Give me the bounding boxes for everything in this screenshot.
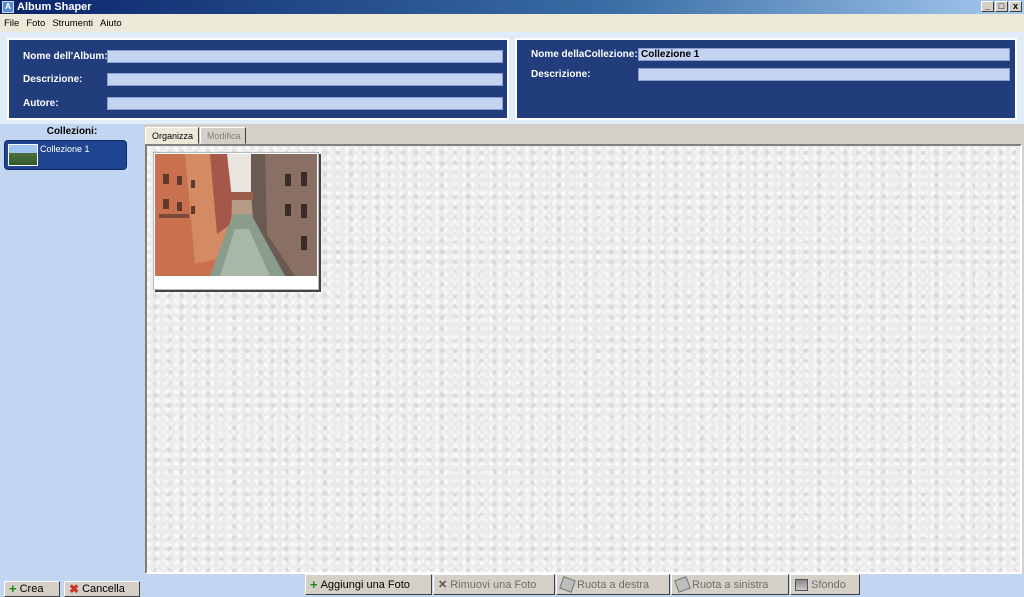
background-label: Sfondo <box>811 578 846 591</box>
delete-label: Cancella <box>82 583 125 595</box>
collection-description-input[interactable] <box>638 68 1010 81</box>
tab-modifica[interactable]: Modifica <box>200 127 246 144</box>
album-info-panel: Nome dell'Album: Descrizione: Autore: <box>7 38 509 120</box>
add-photo-button[interactable]: + Aggiungi una Foto <box>305 574 432 595</box>
collections-sidebar: Collezioni: Collezione 1 <box>0 124 144 597</box>
album-name-label: Nome dell'Album: <box>23 51 108 62</box>
tab-organizza[interactable]: Organizza <box>145 127 199 144</box>
window-title: Album Shaper <box>17 1 92 13</box>
remove-icon: ✕ <box>438 578 448 591</box>
remove-photo-button[interactable]: ✕ Rimuovi una Foto <box>433 574 555 595</box>
rotate-right-label: Ruota a destra <box>577 578 650 591</box>
album-name-input[interactable] <box>107 50 503 63</box>
plus-icon: + <box>9 581 17 596</box>
photo-thumbnail[interactable] <box>153 152 319 290</box>
background-button[interactable]: Sfondo <box>790 574 860 595</box>
collection-item[interactable]: Collezione 1 <box>4 140 127 170</box>
menu-strumenti[interactable]: Strumenti <box>52 18 93 29</box>
create-collection-button[interactable]: + Crea <box>4 581 60 597</box>
rotate-left-button[interactable]: Ruota a sinistra <box>671 574 789 595</box>
maximize-button[interactable]: □ <box>995 1 1008 12</box>
menu-file[interactable]: File <box>4 18 19 29</box>
photo-image <box>155 154 317 276</box>
menu-bar: File Foto Strumenti Aiuto <box>0 14 1024 32</box>
background-icon <box>795 578 808 591</box>
delete-icon: ✖ <box>69 582 80 596</box>
collection-name-label: Nome dellaCollezione: <box>531 49 638 60</box>
plus-icon: + <box>310 576 318 592</box>
delete-collection-button[interactable]: ✖ Cancella <box>64 581 140 597</box>
album-author-input[interactable] <box>107 97 503 110</box>
album-description-label: Descrizione: <box>23 74 83 85</box>
remove-photo-label: Rimuovi una Foto <box>450 578 537 591</box>
minimize-button[interactable]: _ <box>981 1 994 12</box>
window-controls: _ □ x <box>981 1 1022 12</box>
menu-foto[interactable]: Foto <box>26 18 45 29</box>
rotate-right-icon <box>559 576 576 593</box>
menu-aiuto[interactable]: Aiuto <box>100 18 122 29</box>
photo-toolbar: + Aggiungi una Foto ✕ Rimuovi una Foto R… <box>144 574 1024 597</box>
close-button[interactable]: x <box>1009 1 1022 12</box>
album-description-input[interactable] <box>107 73 503 86</box>
rotate-left-icon <box>674 576 691 593</box>
photo-workspace[interactable] <box>145 144 1022 574</box>
collection-item-label: Collezione 1 <box>40 144 90 154</box>
collection-description-label: Descrizione: <box>531 69 591 80</box>
title-bar: A Album Shaper _ □ x <box>0 0 1024 14</box>
rotate-right-button[interactable]: Ruota a destra <box>556 574 670 595</box>
create-label: Crea <box>19 583 44 595</box>
collections-title: Collezioni: <box>46 126 98 137</box>
collection-actions: + Crea ✖ Cancella <box>4 581 140 597</box>
collection-name-input[interactable]: Collezione 1 <box>638 48 1010 61</box>
app-icon: A <box>2 1 14 13</box>
album-author-label: Autore: <box>23 98 59 109</box>
add-photo-label: Aggiungi una Foto <box>320 578 410 591</box>
tab-bar: Organizza Modifica <box>144 124 1024 144</box>
collection-info-panel: Nome dellaCollezione: Collezione 1 Descr… <box>515 38 1017 120</box>
collection-thumbnail <box>8 144 38 166</box>
rotate-left-label: Ruota a sinistra <box>692 578 769 591</box>
header-area: Nome dell'Album: Descrizione: Autore: No… <box>0 32 1024 124</box>
